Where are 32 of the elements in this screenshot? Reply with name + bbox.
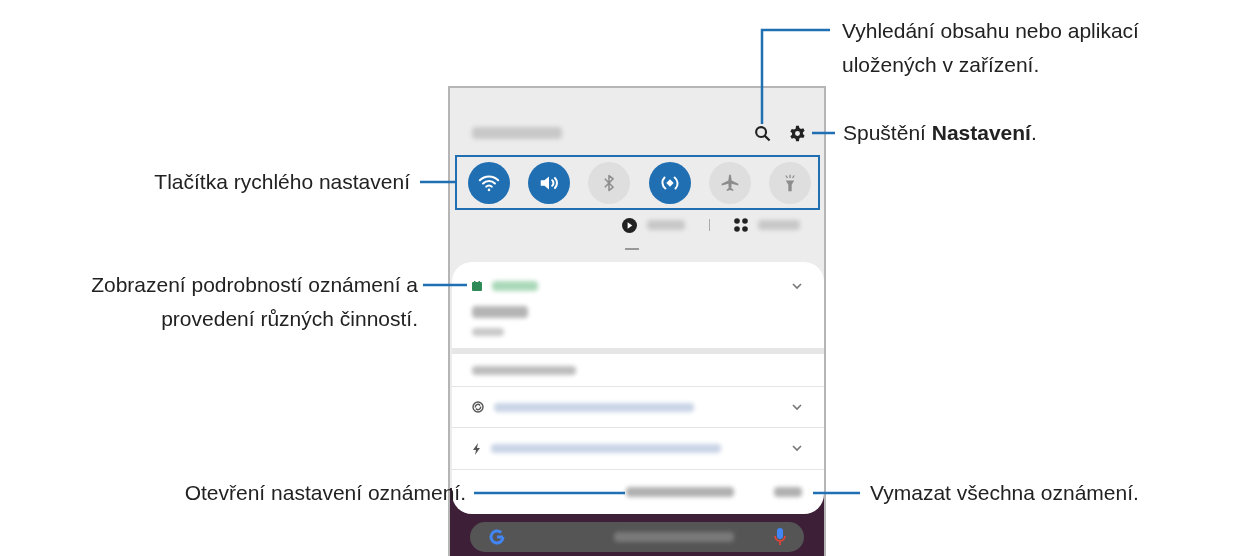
search-bar[interactable] (470, 522, 804, 552)
blurred-text (472, 306, 528, 318)
leader-line (812, 131, 835, 135)
chevron-down-icon (792, 445, 802, 452)
search-icon[interactable] (754, 124, 771, 142)
settings-icon[interactable] (789, 124, 806, 142)
drag-handle[interactable] (625, 248, 639, 250)
blurred-text (758, 220, 800, 230)
blurred-text (647, 220, 685, 230)
callout-text: Vymazat všechna oznámení. (870, 480, 1139, 506)
wifi-toggle[interactable] (468, 161, 510, 204)
blurred-text (472, 328, 504, 336)
microphone-icon (774, 528, 786, 546)
play-icon[interactable] (622, 217, 637, 233)
grid-icon[interactable] (734, 218, 748, 232)
chevron-down-icon (792, 403, 802, 411)
sync-toggle[interactable] (648, 161, 691, 204)
g-logo-icon (488, 528, 506, 546)
callout-text: Tlačítka rychlého nastavení (154, 169, 410, 195)
airplane-icon (719, 172, 740, 193)
circular-arrows-icon (472, 401, 484, 413)
calendar-icon (472, 281, 482, 291)
leader-line (813, 491, 860, 495)
callout-text: Spuštění Nastavení. (843, 120, 1037, 146)
leader-line (423, 283, 467, 287)
blurred-text (492, 281, 538, 291)
chevron-down-icon (792, 282, 802, 290)
blurred-text (774, 487, 802, 497)
callout-text: Zobrazení podrobností oznámení a provedení různých činností. (91, 272, 418, 332)
callout-text: Vyhledání obsahu nebo aplikací uložených v zařízení. (842, 18, 1139, 78)
sound-toggle[interactable] (528, 161, 571, 204)
lightning-icon (472, 442, 481, 455)
